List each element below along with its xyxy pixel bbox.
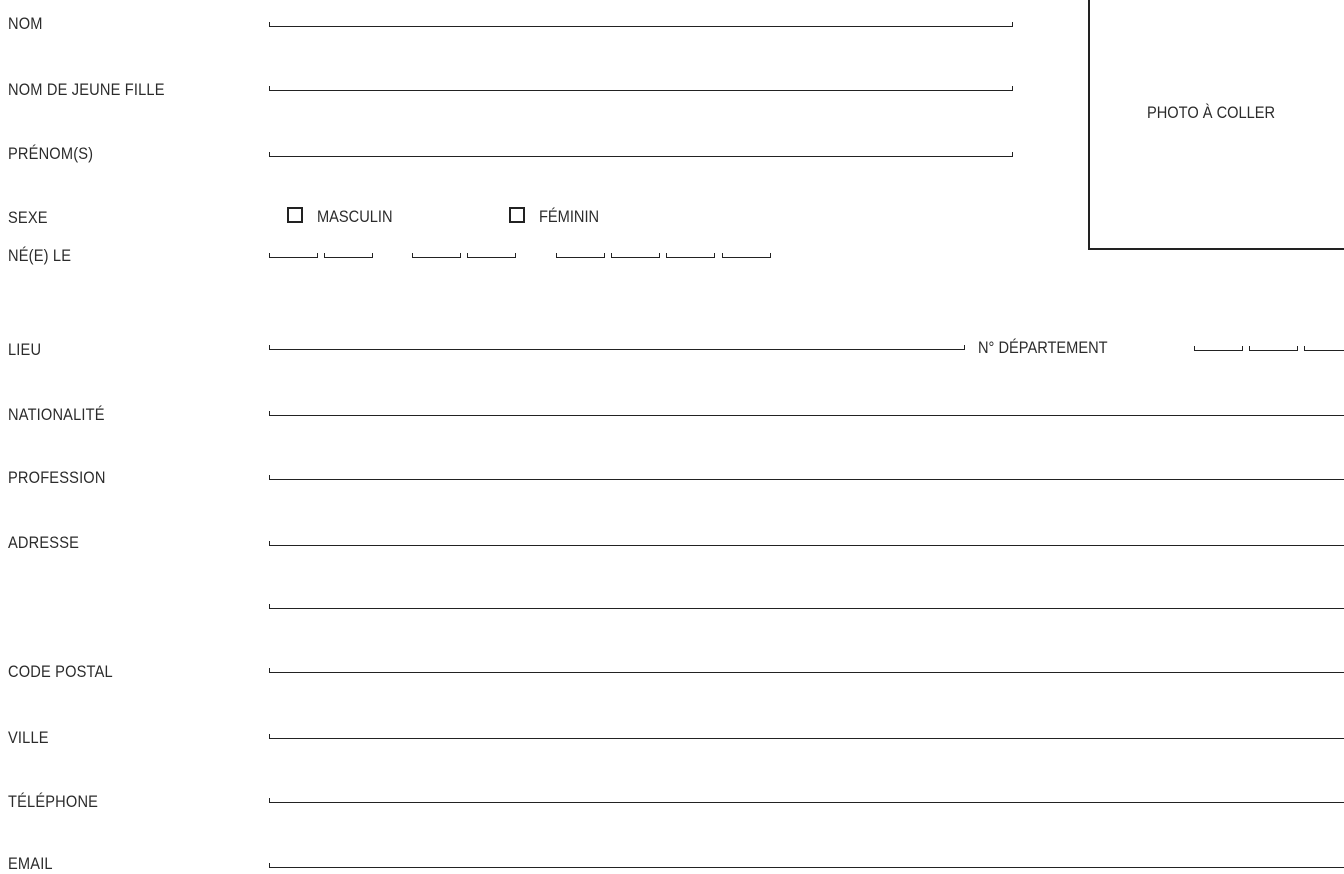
label-email: EMAIL	[8, 854, 53, 873]
prenoms-field[interactable]	[269, 152, 1013, 157]
date-month-digit-2[interactable]	[467, 253, 516, 258]
photo-label: PHOTO À COLLER	[1147, 103, 1276, 122]
code-postal-field[interactable]	[269, 668, 1344, 673]
label-telephone: TÉLÉPHONE	[8, 792, 99, 811]
label-sexe: SEXE	[8, 208, 48, 227]
label-adresse: ADRESSE	[8, 533, 80, 552]
date-day-digit-1[interactable]	[269, 253, 318, 258]
profession-field[interactable]	[269, 475, 1344, 480]
date-year-digit-2[interactable]	[611, 253, 660, 258]
date-year-digit-3[interactable]	[666, 253, 715, 258]
adresse-field-line-2[interactable]	[269, 604, 1344, 609]
date-month-digit-1[interactable]	[412, 253, 461, 258]
label-code-postal: CODE POSTAL	[8, 662, 113, 681]
masculin-checkbox[interactable]	[287, 207, 303, 223]
departement-digit-2[interactable]	[1249, 346, 1298, 351]
feminin-checkbox[interactable]	[509, 207, 525, 223]
label-lieu: LIEU	[8, 340, 42, 359]
photo-box	[1088, 0, 1344, 250]
lieu-field[interactable]	[269, 345, 965, 350]
departement-digit-1[interactable]	[1194, 346, 1243, 351]
email-field[interactable]	[269, 863, 1344, 868]
feminin-label: FÉMININ	[539, 207, 600, 226]
date-year-digit-1[interactable]	[556, 253, 605, 258]
label-nom-jeune-fille: NOM DE JEUNE FILLE	[8, 80, 165, 99]
nationalite-field[interactable]	[269, 411, 1344, 416]
label-ne-le: NÉ(E) LE	[8, 246, 72, 265]
departement-label: N° DÉPARTEMENT	[978, 338, 1108, 357]
departement-digit-3[interactable]	[1304, 346, 1344, 351]
label-nationalite: NATIONALITÉ	[8, 405, 105, 424]
label-nom: NOM	[8, 14, 43, 33]
label-prenoms: PRÉNOM(S)	[8, 144, 94, 163]
nom-field[interactable]	[269, 22, 1013, 27]
label-ville: VILLE	[8, 728, 49, 747]
date-day-digit-2[interactable]	[324, 253, 373, 258]
telephone-field[interactable]	[269, 798, 1344, 803]
nom-jeune-fille-field[interactable]	[269, 86, 1013, 91]
masculin-label: MASCULIN	[317, 207, 393, 226]
date-year-digit-4[interactable]	[722, 253, 771, 258]
label-profession: PROFESSION	[8, 468, 106, 487]
adresse-field-line-1[interactable]	[269, 541, 1344, 546]
ville-field[interactable]	[269, 734, 1344, 739]
